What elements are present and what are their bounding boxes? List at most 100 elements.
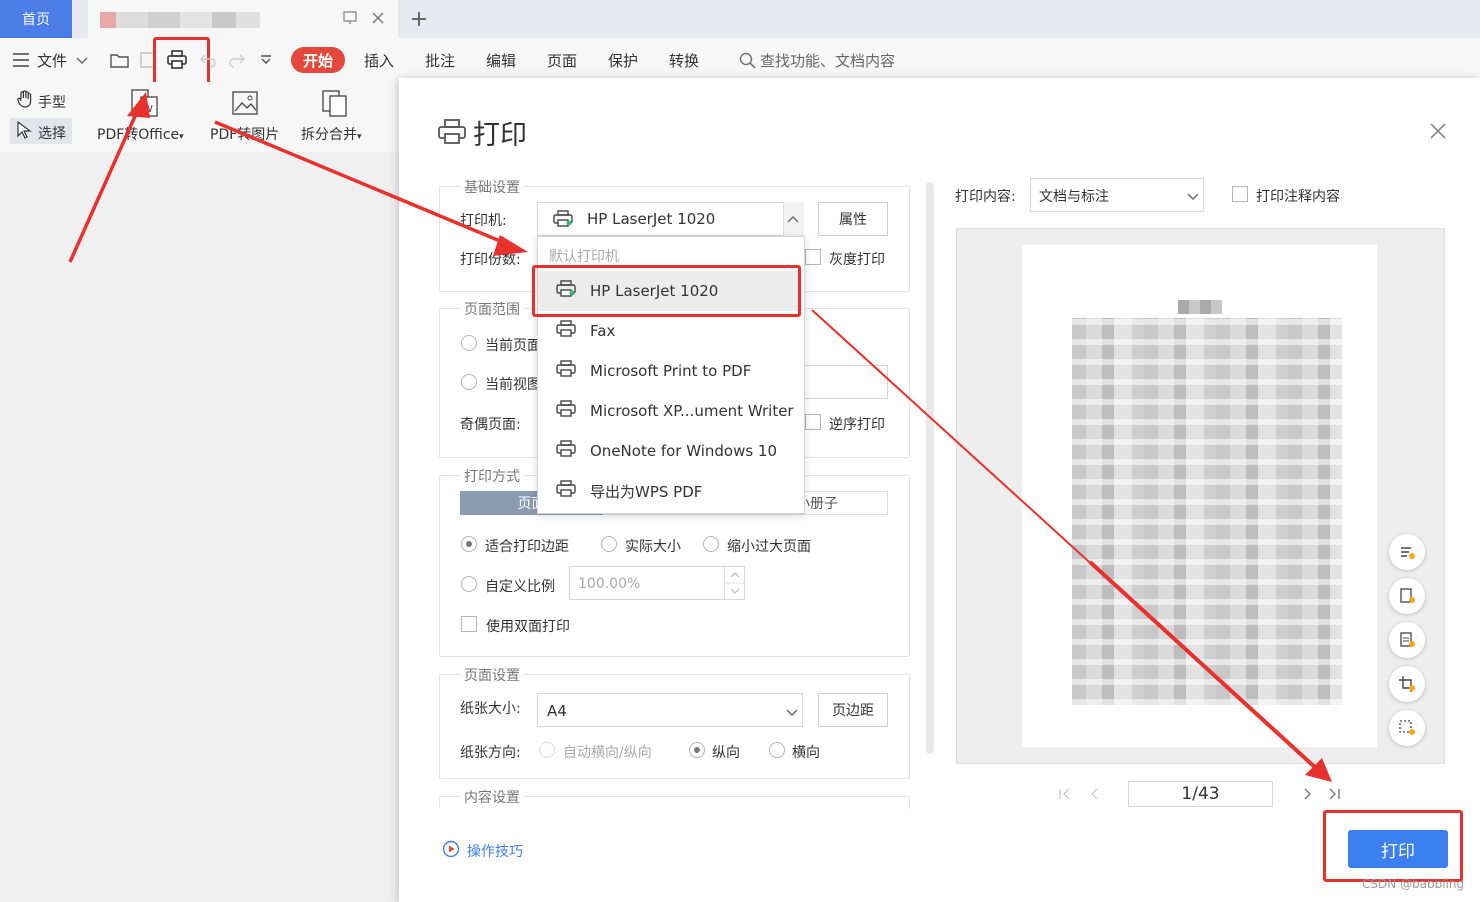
hand-tool[interactable]: 手型 [38, 92, 66, 112]
quick-access-dropdown-icon[interactable] [260, 54, 272, 70]
split-merge-button[interactable]: 拆分合并▾ [301, 124, 362, 144]
select-tool[interactable]: 选择 [38, 123, 66, 143]
orientation-label: 纸张方向: [460, 745, 521, 761]
shrink-large-radio[interactable] [703, 536, 719, 552]
pdf-to-office-button[interactable]: PDF转Office▾ [97, 124, 184, 144]
new-tab-icon[interactable] [410, 10, 428, 32]
printer-option-highlight [532, 265, 801, 317]
landscape-radio[interactable] [769, 742, 785, 758]
margin-button[interactable]: 页边距 [818, 693, 888, 727]
print-content-value: 文档与标注 [1039, 189, 1109, 205]
current-page-radio[interactable] [461, 335, 477, 351]
duplex-checkbox[interactable] [461, 616, 477, 632]
prev-page-icon[interactable] [1088, 787, 1102, 805]
grayscale-label: 灰度打印 [829, 252, 885, 268]
menu-annotate[interactable]: 批注 [425, 50, 455, 71]
chevron-down-icon[interactable] [76, 54, 88, 70]
preview-tool-3-icon[interactable] [1389, 622, 1425, 658]
reverse-print-checkbox[interactable] [805, 414, 821, 430]
dropdown-header: 默认打印机 [549, 249, 619, 265]
menu-page[interactable]: 页面 [547, 50, 577, 71]
printer-option[interactable]: Fax [538, 311, 802, 351]
duplex-label: 使用双面打印 [486, 619, 570, 635]
page-indicator[interactable]: 1/43 [1128, 781, 1273, 807]
current-view-radio[interactable] [461, 374, 477, 390]
document-area [0, 152, 400, 902]
dialog-printer-icon [437, 118, 467, 150]
hamburger-icon[interactable] [12, 52, 30, 72]
menu-edit[interactable]: 编辑 [486, 50, 516, 71]
open-folder-icon[interactable] [110, 51, 130, 73]
grayscale-checkbox[interactable] [805, 249, 821, 265]
play-circle-icon [442, 840, 460, 862]
printer-option-label: 导出为WPS PDF [590, 482, 703, 501]
printer-select-value: HP LaserJet 1020 [587, 210, 716, 228]
shrink-large-label: 缩小过大页面 [727, 539, 811, 555]
cursor-arrow-icon [16, 120, 32, 143]
preview-tool-5-icon[interactable] [1389, 710, 1425, 746]
print-mode-legend: 打印方式 [460, 466, 524, 486]
printer-option-label: Fax [590, 322, 616, 340]
close-dialog-icon[interactable] [1428, 121, 1448, 145]
paper-size-select[interactable] [537, 693, 803, 727]
odd-even-label: 奇偶页面: [460, 417, 521, 433]
auto-orientation-radio[interactable] [539, 742, 555, 758]
printer-label: 打印机: [460, 213, 507, 229]
printer-icon [556, 440, 576, 462]
tips-link[interactable]: 操作技巧 [467, 841, 523, 861]
pdf-to-office-icon: W [128, 88, 160, 122]
search-icon[interactable] [739, 52, 757, 74]
properties-button[interactable]: 属性 [818, 202, 888, 236]
current-page-label: 当前页面 [485, 338, 541, 354]
menu-convert[interactable]: 转换 [669, 50, 699, 71]
search-field[interactable]: 查找功能、文档内容 [760, 50, 895, 71]
print-button-highlight [1323, 810, 1463, 882]
page-range-input[interactable] [803, 365, 888, 399]
watermark: CSDN @babbling [1362, 877, 1465, 891]
actual-size-radio[interactable] [601, 536, 617, 552]
scale-input-value: 100.00% [578, 576, 641, 592]
printer-select-icon [553, 210, 573, 232]
print-annotations-checkbox[interactable] [1232, 186, 1248, 202]
custom-scale-radio[interactable] [461, 576, 477, 592]
menu-file[interactable]: 文件 [37, 50, 67, 71]
content-settings-legend: 内容设置 [460, 787, 524, 807]
printer-icon [556, 480, 576, 502]
fit-margin-radio[interactable] [461, 536, 477, 552]
close-tab-icon[interactable] [370, 10, 386, 30]
crop-icon[interactable] [1389, 666, 1425, 702]
tab-home[interactable]: 首页 [0, 0, 72, 38]
menu-start[interactable]: 开始 [291, 47, 345, 73]
pdf-to-image-icon [230, 88, 260, 122]
printer-option[interactable]: Microsoft Print to PDF [538, 351, 802, 391]
redo-icon[interactable] [229, 52, 245, 72]
preview-tool-2-icon[interactable] [1389, 578, 1425, 614]
scale-stepper[interactable] [724, 567, 745, 599]
printer-option[interactable]: Microsoft XP...ument Writer [538, 391, 802, 431]
printer-option[interactable]: OneNote for Windows 10 [538, 431, 802, 471]
chevron-down-icon [1187, 190, 1199, 206]
preview-tool-1-icon[interactable] [1389, 534, 1425, 570]
printer-option-label: OneNote for Windows 10 [590, 442, 778, 460]
settings-scrollbar[interactable] [926, 182, 934, 754]
paper-size-label: 纸张大小: [460, 701, 521, 717]
first-page-icon[interactable] [1058, 787, 1072, 805]
printer-option-label: Microsoft Print to PDF [590, 362, 752, 380]
undo-icon[interactable] [200, 52, 216, 72]
page-setup-legend: 页面设置 [460, 665, 524, 685]
current-view-label: 当前视图 [485, 377, 541, 393]
split-merge-icon [320, 88, 350, 122]
printer-icon [556, 400, 576, 422]
pdf-to-image-button[interactable]: PDF转图片 [210, 124, 279, 144]
hand-icon [16, 90, 34, 112]
last-page-icon[interactable] [1327, 787, 1341, 805]
menu-protect[interactable]: 保护 [608, 50, 638, 71]
basic-settings-legend: 基础设置 [460, 177, 524, 197]
menu-insert[interactable]: 插入 [364, 50, 394, 71]
next-page-icon[interactable] [1300, 787, 1314, 805]
portrait-radio[interactable] [689, 742, 705, 758]
print-annotations-label: 打印注释内容 [1256, 189, 1340, 205]
portrait-label: 纵向 [712, 745, 740, 761]
pin-icon[interactable] [342, 10, 358, 30]
printer-option[interactable]: 导出为WPS PDF [538, 471, 802, 511]
